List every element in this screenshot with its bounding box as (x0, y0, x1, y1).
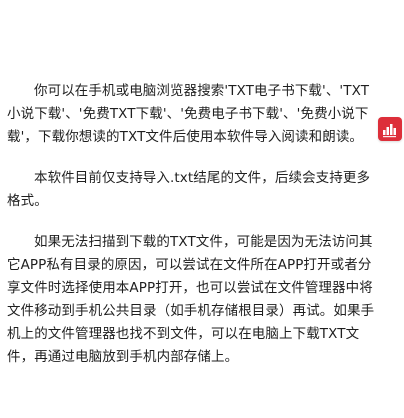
help-paragraph-supported-formats: 本软件目前仅支持导入.txt结尾的文件，后续会支持更多格式。 (7, 170, 371, 209)
equalizer-bars-icon (381, 120, 399, 138)
help-content: 你可以在手机或电脑浏览器搜索'TXT电子书下载'、'TXT小说下载'、'免费TX… (7, 80, 377, 387)
floating-action-button[interactable] (378, 117, 402, 141)
help-paragraph-import-sources: 你可以在手机或电脑浏览器搜索'TXT电子书下载'、'TXT小说下载'、'免费TX… (7, 83, 370, 145)
help-paragraph-troubleshooting: 如果无法扫描到下载的TXT文件，可能是因为无法访问其它APP私有目录的原因，可以… (7, 234, 375, 365)
